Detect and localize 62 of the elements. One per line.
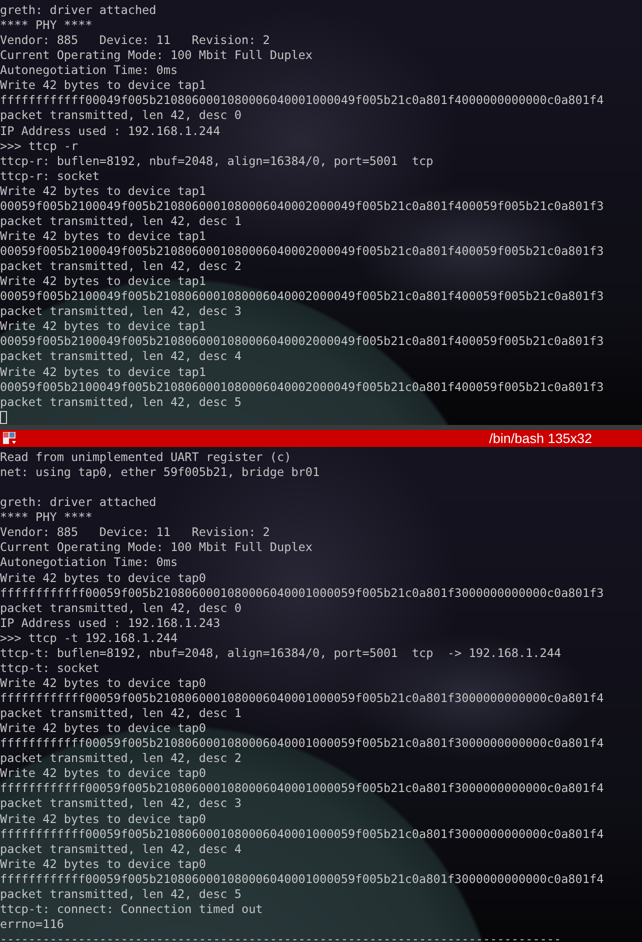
terminal-line: packet transmitted, len 42, desc 5 [0, 886, 242, 902]
terminal-line: greth: driver attached [0, 3, 156, 18]
terminal-line: ttcp-r: buflen=8192, nbuf=2048, align=16384/0, port=5001 tcp [0, 154, 434, 169]
terminal-line: Current Operating Mode: 100 Mbit Full Duplex [0, 540, 313, 556]
terminal-line: packet transmitted, len 42, desc 1 [0, 706, 242, 722]
terminal-line: packet transmitted, len 42, desc 1 [0, 214, 242, 229]
terminal-line: errno=116 [0, 916, 64, 932]
terminal-line: packet transmitted, len 42, desc 4 [0, 349, 242, 364]
terminal-line: packet transmitted, len 42, desc 4 [0, 842, 242, 857]
terminal-line: IP Address used : 192.168.1.244 [0, 124, 220, 139]
terminal-line: 00059f005b2100049f005b2108060001080006040002000049f005b21c0a801f400059f005b21c0a801f3 [0, 289, 604, 304]
terminal-line: Write 42 bytes to device tap1 [0, 78, 206, 94]
terminal-line: Write 42 bytes to device tap1 [0, 228, 206, 244]
terminal-line: **** PHY **** [0, 18, 92, 34]
terminal-line: greth: driver attached [0, 495, 156, 510]
terminal-line: 00059f005b2100049f005b2108060001080006040002000049f005b21c0a801f400059f005b21c0a801f3 [0, 244, 604, 260]
terminal-line: Write 42 bytes to device tap0 [0, 812, 206, 827]
terminal-line: 00059f005b2100049f005b2108060001080006040002000049f005b21c0a801f400059f005b21c0a801f3 [0, 198, 604, 214]
terminal-line: Vendor: 885 Device: 11 Revision: 2 [0, 33, 270, 48]
cursor-icon [0, 410, 7, 424]
terminal-line: Read from unimplemented UART register (c) [0, 450, 292, 466]
terminal-line: packet transmitted, len 42, desc 5 [0, 394, 242, 410]
terminal-line: ffffffffffff00059f005b2108060001080006040001000059f005b21c0a801f3000000000000c0a801f4 [0, 781, 604, 796]
terminal-line: packet transmitted, len 42, desc 0 [0, 108, 242, 124]
terminal-line: Current Operating Mode: 100 Mbit Full Duplex [0, 48, 313, 64]
terminal-line: Write 42 bytes to device tap0 [0, 570, 206, 586]
terminal-line: 00059f005b2100049f005b2108060001080006040002000049f005b21c0a801f400059f005b21c0a801f3 [0, 334, 604, 350]
pane-title: /bin/bash 135x32 [489, 430, 592, 447]
terminal-line: ttcp-r: socket [0, 168, 100, 184]
terminal-line: Autonegotiation Time: 0ms [0, 63, 178, 78]
terminal-line: packet transmitted, len 42, desc 2 [0, 259, 242, 274]
terminal-line: Write 42 bytes to device tap0 [0, 766, 206, 782]
terminal-line: Write 42 bytes to device tap1 [0, 364, 206, 380]
terminal-line: net: using tap0, ether 59f005b21, bridge br01 [0, 465, 320, 480]
terminal-line: ffffffffffff00049f005b2108060001080006040001000049f005b21c0a801f4000000000000c0a801f4 [0, 93, 604, 108]
terminal-line: >>> ttcp -r [0, 138, 78, 154]
terminal-line: **** PHY **** [0, 510, 92, 526]
terminal-line: Write 42 bytes to device tap0 [0, 721, 206, 736]
terminal-line: 00059f005b2100049f005b2108060001080006040002000049f005b21c0a801f400059f005b21c0a801f3 [0, 380, 604, 395]
terminal-line: Write 42 bytes to device tap1 [0, 274, 206, 290]
terminal-line: ffffffffffff00059f005b2108060001080006040001000059f005b21c0a801f3000000000000c0a801f4 [0, 826, 604, 842]
terminal-line: Autonegotiation Time: 0ms [0, 555, 178, 570]
terminal-line: IP Address used : 192.168.1.243 [0, 616, 220, 631]
terminal-line: Vendor: 885 Device: 11 Revision: 2 [0, 525, 270, 540]
terminal-line: ffffffffffff00059f005b2108060001080006040001000059f005b21c0a801f3000000000000c0a801f4 [0, 691, 604, 706]
terminal-line: Write 42 bytes to device tap1 [0, 319, 206, 334]
terminal-line: packet transmitted, len 42, desc 3 [0, 304, 242, 320]
terminal-menu-icon[interactable] [3, 432, 17, 445]
terminal-line: ttcp-t: socket [0, 660, 100, 676]
terminal-line: ffffffffffff00059f005b2108060001080006040001000059f005b21c0a801f3000000000000c0a801f4 [0, 872, 604, 887]
terminal-line: Write 42 bytes to device tap0 [0, 676, 206, 691]
terminal-line: ffffffffffff00059f005b2108060001080006040001000059f005b21c0a801f3000000000000c0a801f3 [0, 586, 604, 601]
terminal-line: Write 42 bytes to device tap0 [0, 856, 206, 872]
terminal-line: ttcp-t: buflen=8192, nbuf=2048, align=16384/0, port=5001 tcp -> 192.168.1.244 [0, 646, 562, 661]
terminal-line: ------------------------------------------------------------------------------- [0, 932, 562, 942]
terminal-line: ttcp-t: connect: Connection timed out [0, 902, 263, 917]
terminal-line: packet transmitted, len 42, desc 0 [0, 600, 242, 616]
terminal-line: Write 42 bytes to device tap1 [0, 184, 206, 199]
terminal-line: packet transmitted, len 42, desc 3 [0, 796, 242, 812]
terminal-line: packet transmitted, len 42, desc 2 [0, 751, 242, 766]
terminal-line: ffffffffffff00059f005b2108060001080006040001000059f005b21c0a801f3000000000000c0a801f4 [0, 736, 604, 752]
terminal-line: >>> ttcp -t 192.168.1.244 [0, 630, 178, 646]
